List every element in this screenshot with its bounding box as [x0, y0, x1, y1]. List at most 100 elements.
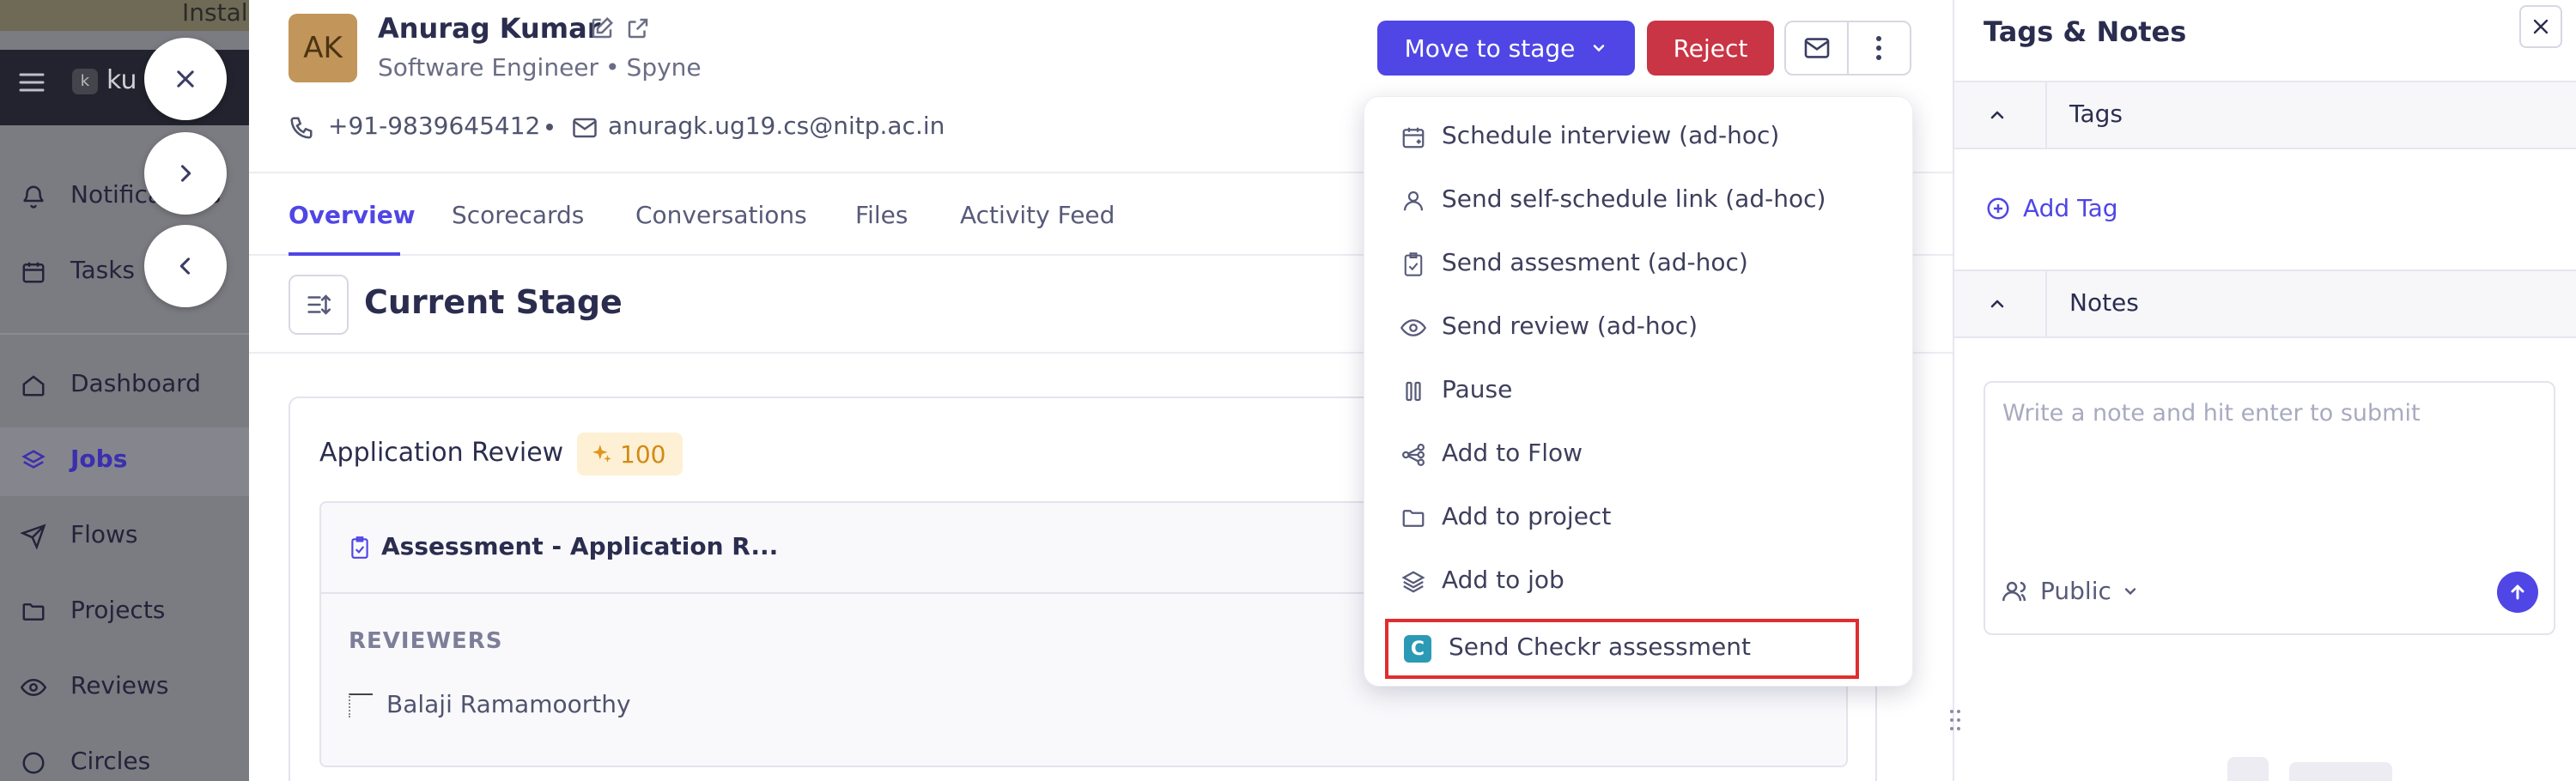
email-button[interactable]	[1786, 22, 1847, 74]
tab-files[interactable]: Files	[855, 201, 908, 229]
candidate-subtitle: Software Engineer • Spyne	[378, 53, 702, 82]
nav-jobs[interactable]: Jobs	[0, 427, 249, 496]
candidate-role: Software Engineer	[378, 53, 599, 82]
app-logo-text: ku	[106, 65, 137, 95]
eye-icon	[21, 675, 46, 700]
sparkle-icon	[591, 443, 613, 465]
flow-icon	[1400, 442, 1426, 468]
menu-item-label: Add to job	[1442, 566, 1564, 594]
menu-item-label: Send self-schedule link (ad-hoc)	[1442, 185, 1826, 213]
candidate-phone[interactable]: +91-9839645412	[328, 112, 540, 140]
avatar: AK	[289, 14, 357, 82]
tab-conversations[interactable]: Conversations	[635, 201, 807, 229]
nav-label: Dashboard	[70, 369, 201, 397]
submit-note-button[interactable]	[2497, 572, 2538, 613]
close-drawer-button[interactable]	[144, 38, 227, 120]
send-icon	[21, 524, 46, 549]
menu-item-send-self-schedule-link[interactable]: Send self-schedule link (ad-hoc)	[1388, 173, 1886, 227]
nav-divider	[0, 333, 249, 335]
eye-icon	[1400, 315, 1426, 341]
chat-widget-icon[interactable]	[2227, 757, 2269, 781]
candidate-name: Anurag Kumar	[378, 12, 601, 45]
background-app: Install k ku Notifications Tasks Dashboa…	[0, 0, 249, 781]
checkr-logo-icon: C	[1404, 635, 1431, 663]
nav-dashboard[interactable]: Dashboard	[0, 352, 249, 421]
chevron-down-icon	[1590, 39, 1607, 57]
menu-item-send-checkr-assessment[interactable]: C Send Checkr assessment	[1385, 619, 1859, 679]
nav-label: Projects	[70, 596, 166, 624]
menu-item-label: Add to project	[1442, 502, 1612, 530]
folder-icon	[1400, 506, 1426, 531]
add-tag-label: Add Tag	[2023, 194, 2118, 222]
menu-item-label: Send Checkr assessment	[1449, 633, 1751, 661]
tab-overview[interactable]: Overview	[289, 201, 416, 229]
chevron-right-icon	[173, 161, 197, 185]
score-badge: 100	[577, 433, 683, 475]
plus-circle-icon	[1985, 196, 2011, 221]
nav-reviews[interactable]: Reviews	[0, 654, 249, 723]
hamburger-menu-icon[interactable]	[19, 72, 45, 93]
nav-flows[interactable]: Flows	[0, 503, 249, 572]
menu-item-pause[interactable]: Pause	[1388, 363, 1886, 418]
nav-projects[interactable]: Projects	[0, 578, 249, 647]
active-tab-indicator	[289, 252, 400, 256]
menu-item-add-to-project[interactable]: Add to project	[1388, 490, 1886, 545]
note-composer: Public	[1984, 381, 2555, 635]
visibility-selector[interactable]: Public	[2002, 577, 2139, 605]
calendar-plus-icon	[1400, 124, 1426, 150]
arrow-up-icon	[2507, 582, 2528, 602]
menu-item-label: Send assesment (ad-hoc)	[1442, 248, 1748, 276]
more-options-button[interactable]	[1849, 22, 1910, 74]
nav-label: Flows	[70, 520, 138, 548]
stage-list-toggle[interactable]	[289, 275, 349, 335]
menu-item-add-to-flow[interactable]: Add to Flow	[1388, 427, 1886, 481]
more-vertical-icon	[1875, 35, 1882, 61]
nav-label: Tasks	[70, 256, 136, 284]
section-divider	[2045, 271, 2047, 336]
menu-item-add-to-job[interactable]: Add to job	[1388, 554, 1886, 608]
chevron-left-icon	[173, 254, 197, 278]
phone-icon	[289, 115, 314, 141]
layers-icon	[21, 448, 46, 474]
next-candidate-button[interactable]	[144, 132, 227, 215]
menu-item-schedule-interview[interactable]: Schedule interview (ad-hoc)	[1388, 109, 1886, 164]
user-icon	[1400, 188, 1426, 214]
edit-icon[interactable]	[589, 15, 615, 41]
close-panel-button[interactable]	[2519, 5, 2562, 48]
add-tag-button[interactable]: Add Tag	[1985, 194, 2118, 222]
menu-item-label: Schedule interview (ad-hoc)	[1442, 121, 1780, 149]
external-link-icon[interactable]	[625, 15, 651, 41]
menu-item-send-assessment[interactable]: Send assesment (ad-hoc)	[1388, 236, 1886, 291]
section-divider	[2045, 82, 2047, 148]
assessment-title: Assessment - Application R...	[381, 532, 779, 560]
envelope-icon	[1803, 37, 1831, 59]
previous-candidate-button[interactable]	[144, 225, 227, 307]
tab-activity-feed[interactable]: Activity Feed	[960, 201, 1115, 229]
chevron-up-icon	[1987, 105, 2008, 125]
notes-section-header[interactable]: Notes	[1954, 269, 2576, 338]
contact-separator	[546, 124, 553, 130]
tags-section-header[interactable]: Tags	[1954, 81, 2576, 149]
clipboard-check-icon	[349, 536, 371, 560]
menu-item-send-review[interactable]: Send review (ad-hoc)	[1388, 300, 1886, 354]
move-to-stage-button[interactable]: Move to stage	[1377, 21, 1635, 76]
current-stage-title: Current Stage	[364, 283, 623, 321]
reviewers-label: REVIEWERS	[349, 628, 503, 654]
candidate-email[interactable]: anuragk.ug19.cs@nitp.ac.in	[608, 112, 945, 140]
chevron-up-icon	[1987, 294, 2008, 314]
reject-button[interactable]: Reject	[1647, 21, 1774, 76]
drag-handle-icon[interactable]	[1949, 709, 1961, 731]
calendar-icon	[21, 259, 46, 285]
users-icon	[2002, 579, 2030, 603]
nav-circles[interactable]: Circles	[0, 730, 249, 781]
tab-scorecards[interactable]: Scorecards	[452, 201, 584, 229]
menu-item-label: Send review (ad-hoc)	[1442, 312, 1698, 340]
note-input[interactable]	[2002, 400, 2535, 537]
nav-label: Reviews	[70, 671, 169, 699]
clipboard-check-icon	[1400, 251, 1426, 277]
reject-label: Reject	[1673, 33, 1748, 63]
reviewer-name: Balaji Ramamoorthy	[386, 690, 631, 718]
nav-label: Jobs	[70, 445, 128, 473]
tags-notes-title: Tags & Notes	[1984, 15, 2187, 48]
more-options-menu: Schedule interview (ad-hoc) Send self-sc…	[1364, 96, 1913, 687]
